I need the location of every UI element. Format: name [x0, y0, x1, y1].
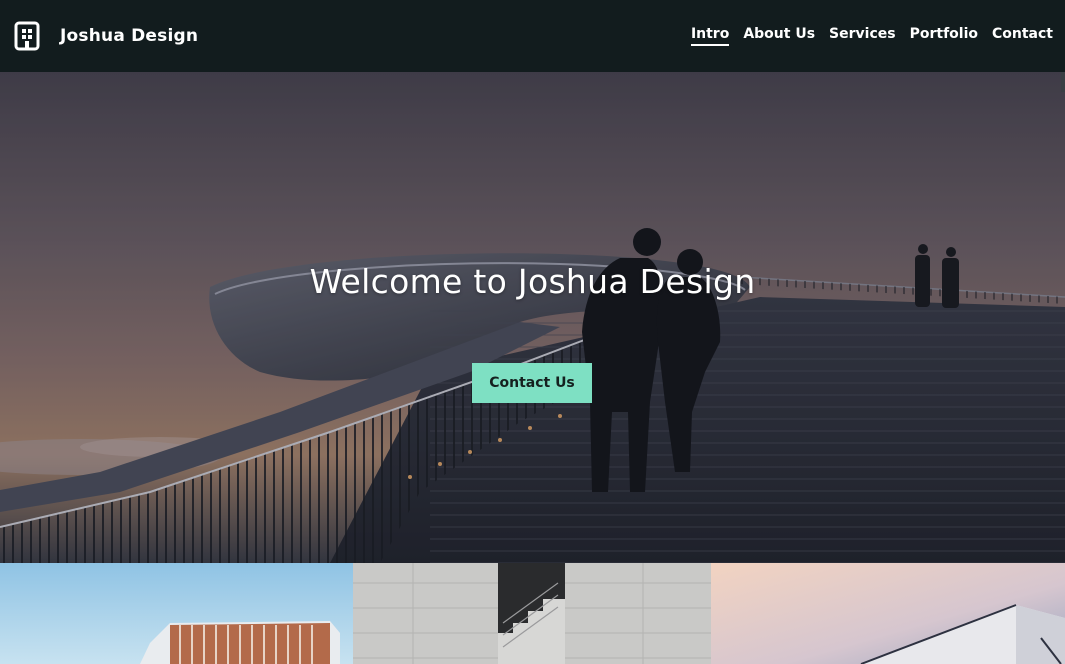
modern-building-photo — [0, 563, 353, 664]
hero-title: Welcome to Joshua Design — [309, 262, 756, 301]
gallery-strip — [0, 563, 1065, 664]
white-building-sunset-photo — [711, 563, 1065, 664]
gallery-image-concrete-stairs[interactable] — [353, 563, 711, 664]
contact-us-button[interactable]: Contact Us — [472, 363, 592, 403]
nav-link-intro[interactable]: Intro — [690, 26, 730, 46]
page-scrollbar[interactable] — [1061, 72, 1065, 92]
gallery-image-modern-building[interactable] — [0, 563, 353, 664]
hero-background-image — [0, 72, 1065, 563]
building-icon — [14, 21, 40, 51]
brand[interactable]: Joshua Design — [14, 21, 198, 51]
nav-link-portfolio[interactable]: Portfolio — [910, 26, 978, 46]
nav-link-about-us[interactable]: About Us — [743, 26, 815, 46]
gallery-image-white-building[interactable] — [711, 563, 1065, 664]
top-navbar: Joshua Design Intro About Us Services Po… — [0, 0, 1065, 72]
hero-section: Welcome to Joshua Design Contact Us — [0, 72, 1065, 563]
concrete-stairs-photo — [353, 563, 711, 664]
nav-link-services[interactable]: Services — [829, 26, 896, 46]
main-nav: Intro About Us Services Portfolio Contac… — [690, 26, 1053, 46]
brand-name: Joshua Design — [60, 26, 199, 46]
nav-link-contact[interactable]: Contact — [992, 26, 1053, 46]
